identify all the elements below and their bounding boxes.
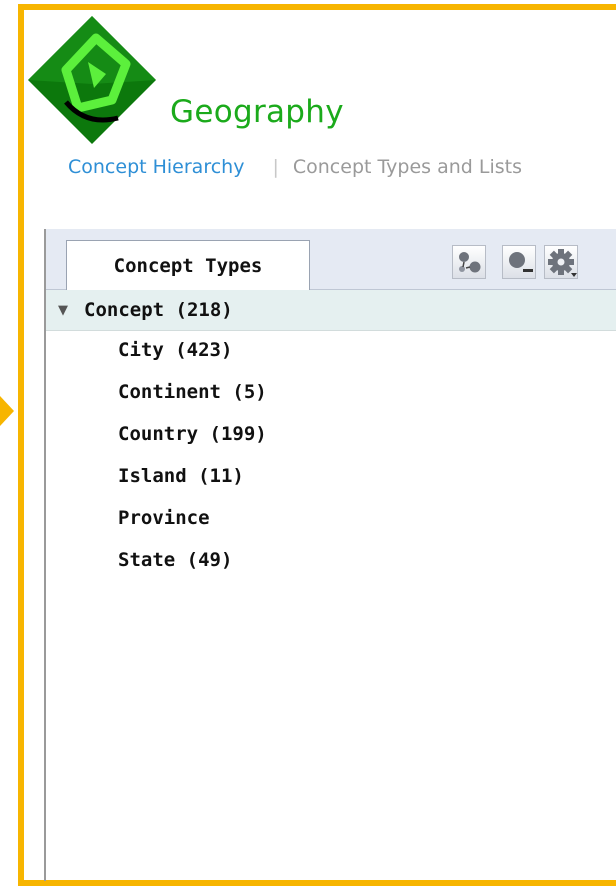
tree-item-label: City	[118, 339, 164, 361]
relations-button[interactable]	[452, 245, 486, 279]
tree-item-province[interactable]: Province	[46, 498, 616, 539]
settings-menu-button[interactable]	[544, 245, 578, 279]
geography-logo-icon	[26, 14, 158, 146]
sub-navigation: Concept Hierarchy | Concept Types and List…	[68, 156, 522, 178]
tree-item-count: (423)	[175, 339, 233, 361]
tree-item-label: Province	[118, 507, 210, 529]
remove-item-button[interactable]	[502, 245, 536, 279]
tree-item-label: Continent	[118, 381, 221, 403]
tree-item-city[interactable]: City (423)	[46, 330, 616, 371]
expand-triangle-icon[interactable]: ▼	[58, 290, 68, 331]
concept-types-panel: Concept Types ▼ Concept (218) City (423)…	[44, 229, 616, 881]
nav-separator: |	[272, 156, 279, 178]
tree-item-count: (199)	[209, 423, 267, 445]
tree-item-label: State	[118, 549, 176, 571]
tab-strip: Concept Types	[46, 229, 616, 290]
relations-icon	[459, 252, 481, 273]
tree-item-count: (11)	[198, 465, 244, 487]
nav-concept-hierarchy-link[interactable]: Concept Hierarchy	[68, 156, 244, 178]
tree-item-count: (49)	[186, 549, 233, 571]
tree-root-label: Concept	[84, 299, 165, 321]
tree-item-label: Island	[118, 465, 187, 487]
tree-item-count: (5)	[232, 381, 267, 403]
callout-arrow-icon	[0, 396, 14, 426]
tree-item-country[interactable]: Country (199)	[46, 414, 616, 455]
nav-concept-types-lists-link[interactable]: Concept Types and Lists	[293, 156, 522, 178]
app-title: Geography	[170, 94, 344, 130]
tree-root-count: (218)	[175, 299, 233, 321]
tree-item-island[interactable]: Island (11)	[46, 456, 616, 497]
tab-concept-types[interactable]: Concept Types	[66, 240, 310, 290]
tree-item-continent[interactable]: Continent (5)	[46, 372, 616, 413]
tree-item-label: Country	[118, 423, 199, 445]
remove-item-icon	[509, 252, 533, 272]
tree-item-state[interactable]: State (49)	[46, 540, 616, 581]
gear-dropdown-icon	[548, 249, 577, 277]
tree-root-concept[interactable]: ▼ Concept (218)	[46, 290, 616, 331]
